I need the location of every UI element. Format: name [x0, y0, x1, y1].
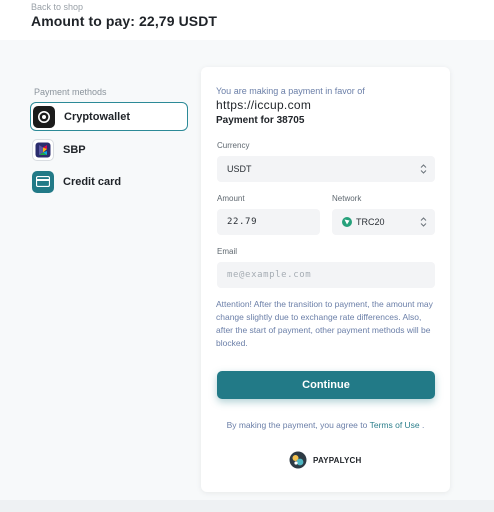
email-placeholder: me@example.com — [227, 270, 312, 280]
attention-notice: Attention! After the transition to payme… — [216, 299, 433, 348]
paypalych-logo-icon — [289, 451, 307, 469]
favor-text: You are making a payment in favor of — [216, 86, 365, 96]
chevron-up-down-icon — [420, 217, 427, 227]
method-label-credit-card: Credit card — [63, 175, 122, 188]
merchant-url: https://iccup.com — [216, 98, 312, 112]
sbp-icon — [32, 138, 54, 161]
email-input[interactable]: me@example.com — [217, 262, 435, 288]
continue-button[interactable]: Continue — [217, 371, 435, 399]
network-select[interactable]: TRC20 — [332, 209, 435, 235]
currency-value: USDT — [227, 164, 252, 174]
method-cryptowallet[interactable]: Cryptowallet — [30, 102, 188, 131]
method-label-sbp: SBP — [63, 143, 86, 156]
agree-prefix: By making the payment, you agree to — [226, 420, 368, 430]
crypto-wallet-icon — [33, 105, 55, 128]
credit-card-icon — [32, 170, 54, 193]
email-label: Email — [217, 247, 238, 256]
amount-field[interactable]: 22.79 — [217, 209, 320, 235]
terms-of-use-link[interactable]: Terms of Use — [370, 420, 420, 430]
payment-card: You are making a payment in favor of htt… — [201, 67, 450, 492]
payment-for-order: Payment for 38705 — [216, 115, 305, 126]
network-label: Network — [332, 194, 362, 203]
method-credit-card[interactable]: Credit card — [30, 167, 188, 196]
amount-to-pay-title: Amount to pay: 22,79 USDT — [31, 13, 218, 29]
currency-label: Currency — [217, 141, 250, 150]
tron-icon — [342, 217, 352, 227]
agree-suffix: . — [422, 420, 425, 430]
agree-line: By making the payment, you agree to Term… — [201, 420, 450, 430]
network-value: TRC20 — [356, 217, 385, 227]
chevron-up-down-icon — [420, 164, 427, 174]
page-footer-strip — [0, 500, 494, 512]
payment-methods-label: Payment methods — [34, 87, 107, 97]
brand-footer: PAYPALYCH — [289, 451, 361, 469]
method-label-cryptowallet: Cryptowallet — [64, 110, 131, 123]
back-to-shop-link[interactable]: Back to shop — [31, 2, 83, 12]
amount-value: 22.79 — [227, 217, 258, 227]
currency-select[interactable]: USDT — [217, 156, 435, 182]
brand-name: PAYPALYCH — [313, 455, 362, 465]
amount-label: Amount — [217, 194, 245, 203]
method-sbp[interactable]: SBP — [30, 135, 188, 164]
header: Back to shop Amount to pay: 22,79 USDT — [0, 0, 494, 40]
